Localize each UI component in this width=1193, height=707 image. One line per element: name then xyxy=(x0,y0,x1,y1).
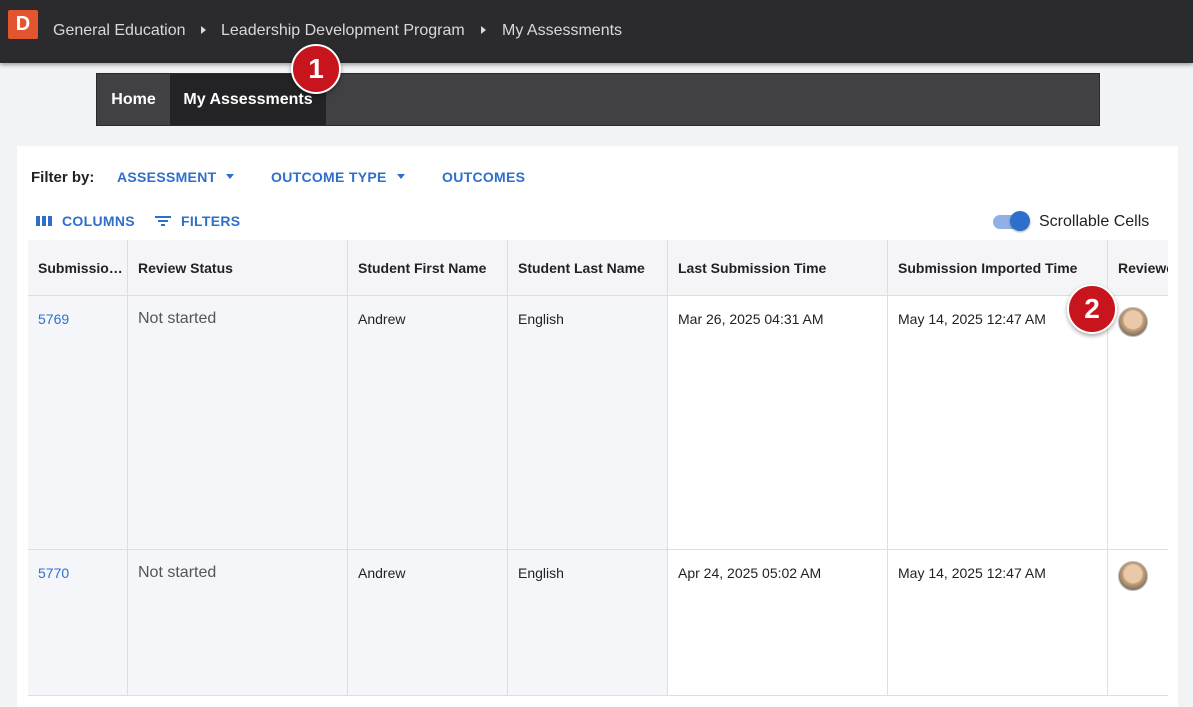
breadcrumb-my-assessments[interactable]: My Assessments xyxy=(502,22,622,40)
column-header-submission[interactable]: Submissio… xyxy=(28,240,128,296)
imported-time: May 14, 2025 12:47 AM xyxy=(898,565,1046,581)
submissions-table: Submissio… Review Status Student First N… xyxy=(28,240,1168,696)
submission-id-cell: 5770 xyxy=(28,550,128,695)
imported-time-cell: May 14, 2025 12:47 AM xyxy=(888,296,1108,549)
chevron-right-icon xyxy=(481,26,486,34)
top-bar: D General Education Leadership Developme… xyxy=(0,0,1193,63)
last-name: English xyxy=(518,565,564,581)
last-submission-cell: Apr 24, 2025 05:02 AM xyxy=(668,550,888,695)
last-submission-time: Mar 26, 2025 04:31 AM xyxy=(678,311,824,327)
last-submission-time: Apr 24, 2025 05:02 AM xyxy=(678,565,822,581)
callout-badge-2: 2 xyxy=(1067,284,1117,334)
review-status-cell: Not started xyxy=(128,296,348,549)
submission-id-link[interactable]: 5769 xyxy=(38,311,69,327)
caret-down-icon xyxy=(226,173,235,179)
columns-button[interactable]: COLUMNS xyxy=(62,213,135,229)
filter-by-label: Filter by: xyxy=(31,169,95,186)
column-header-reviewer[interactable]: Reviewe xyxy=(1108,240,1168,296)
breadcrumb-general-education[interactable]: General Education xyxy=(53,22,186,40)
table-header: Submissio… Review Status Student First N… xyxy=(28,240,1168,296)
sub-navigation: Home My Assessments xyxy=(96,73,1100,126)
first-name: Andrew xyxy=(358,565,406,581)
imported-time-cell: May 14, 2025 12:47 AM xyxy=(888,550,1108,695)
caret-down-icon xyxy=(396,173,405,179)
outcomes-filter-button[interactable]: OUTCOMES xyxy=(442,169,525,185)
columns-icon[interactable] xyxy=(36,214,52,228)
filter-icon[interactable] xyxy=(155,214,171,228)
toggle-knob[interactable] xyxy=(1010,211,1030,231)
scrollable-cells-label: Scrollable Cells xyxy=(1039,213,1150,230)
assessment-filter-dropdown[interactable]: ASSESSMENT xyxy=(117,169,235,185)
column-header-review-status[interactable]: Review Status xyxy=(128,240,348,296)
table-row: 5769 Not started Andrew English Mar 26, … xyxy=(28,296,1168,550)
breadcrumb-program[interactable]: Leadership Development Program xyxy=(221,22,465,40)
reviewer-avatar[interactable] xyxy=(1118,561,1148,591)
last-submission-cell: Mar 26, 2025 04:31 AM xyxy=(668,296,888,549)
filters-button[interactable]: FILTERS xyxy=(181,213,240,229)
reviewer-cell xyxy=(1108,296,1168,549)
column-header-imported-time[interactable]: Submission Imported Time xyxy=(888,240,1108,296)
imported-time: May 14, 2025 12:47 AM xyxy=(898,311,1046,327)
review-status-cell: Not started xyxy=(128,550,348,695)
assessment-filter-label: ASSESSMENT xyxy=(117,169,217,185)
tab-home[interactable]: Home xyxy=(97,74,170,125)
column-header-last-name[interactable]: Student Last Name xyxy=(508,240,668,296)
review-status: Not started xyxy=(138,310,217,327)
submission-id-cell: 5769 xyxy=(28,296,128,549)
last-name: English xyxy=(518,311,564,327)
chevron-right-icon xyxy=(201,26,206,34)
outcome-type-filter-label: OUTCOME TYPE xyxy=(271,169,387,185)
outcome-type-filter-dropdown[interactable]: OUTCOME TYPE xyxy=(271,169,405,185)
first-name: Andrew xyxy=(358,311,406,327)
last-name-cell: English xyxy=(508,296,668,549)
callout-badge-1: 1 xyxy=(291,44,341,94)
column-header-last-submission[interactable]: Last Submission Time xyxy=(668,240,888,296)
review-status: Not started xyxy=(138,564,217,581)
reviewer-avatar[interactable] xyxy=(1118,307,1148,337)
last-name-cell: English xyxy=(508,550,668,695)
app-logo[interactable]: D xyxy=(8,10,38,39)
table-row: 5770 Not started Andrew English Apr 24, … xyxy=(28,550,1168,695)
first-name-cell: Andrew xyxy=(348,296,508,549)
first-name-cell: Andrew xyxy=(348,550,508,695)
reviewer-cell xyxy=(1108,550,1168,695)
submission-id-link[interactable]: 5770 xyxy=(38,565,69,581)
column-header-first-name[interactable]: Student First Name xyxy=(348,240,508,296)
